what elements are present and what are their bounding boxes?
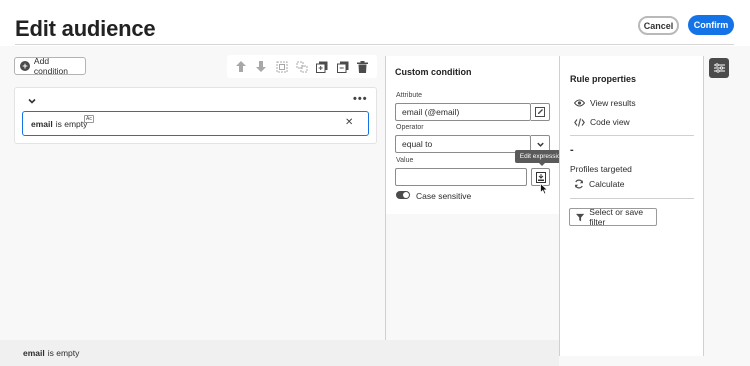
add-condition-button[interactable]: + Add condition [14, 56, 86, 76]
attribute-field[interactable]: email (@email) [395, 103, 531, 121]
expression-icon [535, 171, 546, 183]
select-or-save-filter-label: Select or save filter [589, 207, 644, 227]
confirm-button[interactable]: Confirm [688, 15, 734, 35]
operator-select[interactable]: equal to [395, 135, 531, 153]
value-label: Value [396, 157, 414, 164]
condition-row[interactable]: email is empty [22, 111, 369, 136]
divider [570, 198, 694, 199]
condition-attribute: email [31, 118, 53, 129]
value-input[interactable] [395, 168, 527, 186]
case-sensitive-label: Case sensitive [416, 191, 472, 201]
calculate-label: Calculate [589, 179, 625, 189]
plus-circle-icon: + [20, 61, 30, 71]
duplicate-icon[interactable] [336, 60, 350, 74]
arrow-down-icon[interactable] [254, 60, 268, 74]
chevron-down-icon [536, 142, 544, 147]
code-view-label: Code view [590, 117, 630, 127]
edit-attribute-button[interactable] [531, 103, 550, 121]
custom-condition-title: Custom condition [395, 67, 472, 77]
condition-summary-footer: email is empty [0, 340, 559, 366]
cancel-button[interactable]: Cancel [638, 16, 679, 35]
footer-operator: is empty [47, 348, 80, 358]
panel-divider [703, 56, 704, 356]
custom-condition-panel-empty [386, 214, 559, 340]
trash-icon[interactable] [356, 60, 370, 74]
arrow-up-icon[interactable] [234, 60, 248, 74]
code-view-button[interactable]: Code view [574, 117, 630, 127]
profiles-targeted-label: Profiles targeted [570, 164, 632, 174]
condition-operator: is empty [55, 118, 88, 129]
add-condition-label: Add condition [33, 56, 68, 76]
mouse-cursor-icon [540, 182, 549, 200]
select-or-save-filter-button[interactable]: Select or save filter [569, 207, 657, 227]
divider [570, 135, 694, 136]
more-options-icon[interactable]: ••• [353, 93, 368, 105]
header-divider [15, 44, 734, 45]
refresh-icon [574, 179, 584, 189]
close-icon[interactable]: ✕ [345, 117, 353, 128]
view-results-button[interactable]: View results [574, 98, 636, 108]
page-title: Edit audience [15, 16, 156, 41]
case-sensitive-badge: Ac [84, 115, 94, 123]
footer-attribute: email [23, 348, 45, 358]
group-icon[interactable] [275, 60, 289, 74]
rule-properties-title: Rule properties [570, 74, 637, 84]
eye-icon [574, 99, 585, 107]
attribute-label: Attribute [396, 92, 423, 99]
profile-count: - [570, 144, 574, 156]
pencil-icon [535, 107, 545, 117]
ungroup-icon[interactable] [295, 60, 309, 74]
chevron-down-icon[interactable] [27, 93, 37, 104]
condition-toolbar [227, 55, 377, 78]
filter-icon [576, 213, 585, 221]
case-sensitive-toggle[interactable] [396, 191, 410, 199]
operator-label: Operator [396, 124, 424, 131]
view-results-label: View results [590, 98, 636, 108]
properties-settings-button[interactable] [709, 58, 729, 78]
calculate-button[interactable]: Calculate [574, 179, 624, 189]
code-icon [574, 117, 585, 127]
copy-icon[interactable] [315, 60, 329, 74]
sliders-icon [713, 63, 725, 73]
